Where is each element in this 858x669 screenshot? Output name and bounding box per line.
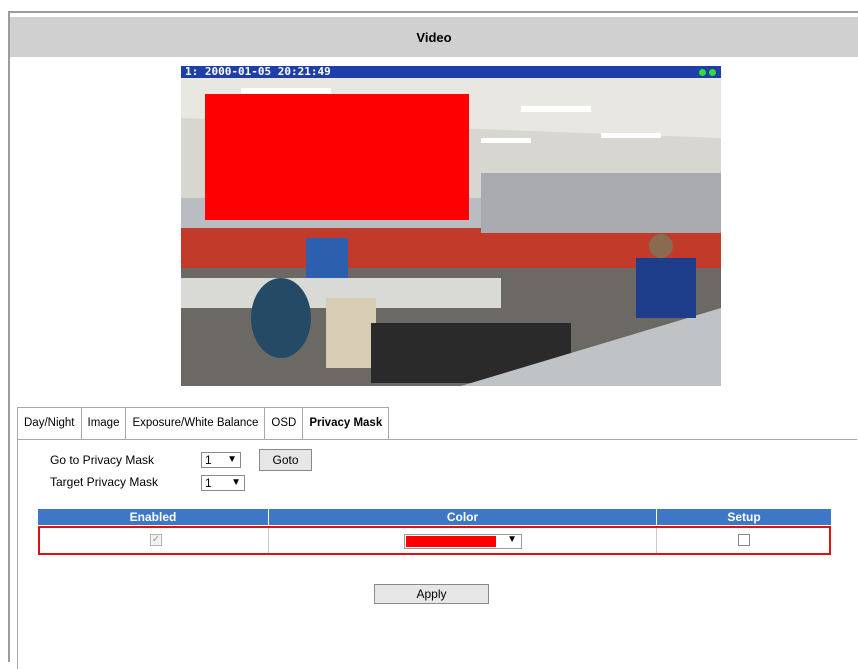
tab-privacy-mask[interactable]: Privacy Mask bbox=[302, 407, 390, 440]
tab-image[interactable]: Image bbox=[80, 407, 127, 439]
chevron-down-icon: ▼ bbox=[507, 534, 517, 545]
status-indicator-icon bbox=[709, 69, 716, 76]
tab-exposure-white-balance[interactable]: Exposure/White Balance bbox=[125, 407, 266, 439]
tab-osd[interactable]: OSD bbox=[264, 407, 304, 439]
color-select[interactable]: ▼ bbox=[404, 534, 522, 549]
color-cell: ▼ bbox=[269, 528, 657, 553]
target-privacy-mask-label: Target Privacy Mask bbox=[50, 475, 159, 489]
enabled-cell: ✓ bbox=[40, 528, 269, 553]
status-indicator-icon bbox=[699, 69, 706, 76]
enabled-checkbox: ✓ bbox=[150, 534, 162, 546]
column-header-setup: Setup bbox=[727, 510, 761, 524]
settings-tabs: Day/Night Image Exposure/White Balance O… bbox=[17, 407, 390, 440]
apply-button[interactable]: Apply bbox=[374, 584, 489, 604]
goto-privacy-mask-label: Go to Privacy Mask bbox=[50, 453, 155, 467]
video-overlay-bar: 1: 2000-01-05 20:21:49 bbox=[181, 66, 721, 78]
tab-day-night[interactable]: Day/Night bbox=[17, 407, 82, 439]
column-header-color: Color bbox=[269, 509, 657, 525]
goto-button[interactable]: Goto bbox=[259, 449, 312, 471]
privacy-mask-region[interactable] bbox=[205, 94, 469, 220]
goto-privacy-mask-select[interactable]: 1 ▼ bbox=[201, 452, 241, 468]
video-preview[interactable]: 1: 2000-01-05 20:21:49 bbox=[181, 66, 721, 386]
target-privacy-mask-value: 1 bbox=[205, 476, 212, 490]
chevron-down-icon: ▼ bbox=[227, 454, 237, 465]
video-timestamp: 1: 2000-01-05 20:21:49 bbox=[185, 66, 331, 78]
color-swatch bbox=[406, 536, 496, 547]
column-header-enabled: Enabled bbox=[38, 509, 269, 525]
goto-privacy-mask-value: 1 bbox=[205, 453, 212, 467]
setup-checkbox[interactable] bbox=[738, 534, 750, 546]
setup-cell bbox=[657, 528, 829, 553]
mask-table-header: Enabled Color Setup bbox=[38, 509, 831, 525]
chevron-down-icon: ▼ bbox=[231, 477, 241, 488]
page-title: Video bbox=[10, 17, 858, 57]
mask-table-row: ✓ ▼ bbox=[38, 526, 831, 555]
target-privacy-mask-select[interactable]: 1 ▼ bbox=[201, 475, 245, 491]
